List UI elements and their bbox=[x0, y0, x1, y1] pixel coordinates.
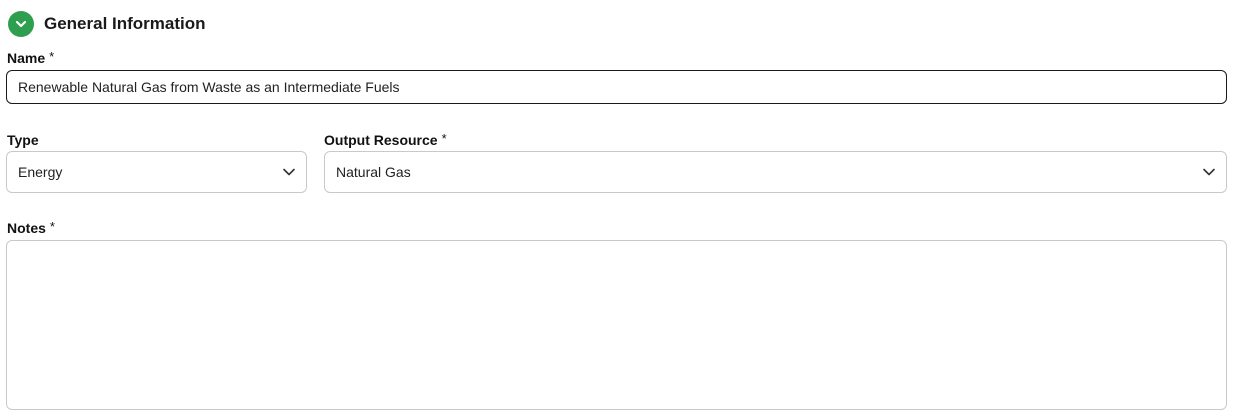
type-select-value: Energy bbox=[18, 164, 63, 180]
name-label: Name * bbox=[7, 49, 55, 66]
name-label-text: Name bbox=[7, 50, 46, 66]
output-resource-select[interactable]: Natural Gas bbox=[324, 151, 1227, 193]
general-information-form: General Information Name * Renewable Natu… bbox=[0, 0, 1242, 417]
output-resource-label: Output Resource * bbox=[324, 131, 447, 148]
notes-label-text: Notes bbox=[7, 220, 46, 236]
chevron-down-icon bbox=[283, 168, 295, 176]
name-input-value: Renewable Natural Gas from Waste as an I… bbox=[18, 79, 400, 95]
type-label: Type bbox=[7, 132, 39, 148]
section-title: General Information bbox=[44, 14, 206, 33]
chevron-down-icon bbox=[15, 20, 27, 28]
notes-label: Notes * bbox=[7, 219, 55, 236]
notes-textarea[interactable] bbox=[6, 240, 1227, 410]
required-marker: * bbox=[49, 219, 55, 234]
collapse-toggle-button[interactable] bbox=[8, 11, 34, 37]
required-marker: * bbox=[441, 131, 447, 146]
chevron-down-icon bbox=[1203, 168, 1215, 176]
required-marker: * bbox=[49, 49, 55, 64]
output-resource-label-text: Output Resource bbox=[324, 132, 438, 148]
type-select[interactable]: Energy bbox=[6, 151, 307, 193]
type-label-text: Type bbox=[7, 132, 39, 148]
output-resource-select-value: Natural Gas bbox=[336, 164, 411, 180]
section-header: General Information bbox=[8, 11, 206, 37]
name-input[interactable]: Renewable Natural Gas from Waste as an I… bbox=[6, 70, 1227, 104]
